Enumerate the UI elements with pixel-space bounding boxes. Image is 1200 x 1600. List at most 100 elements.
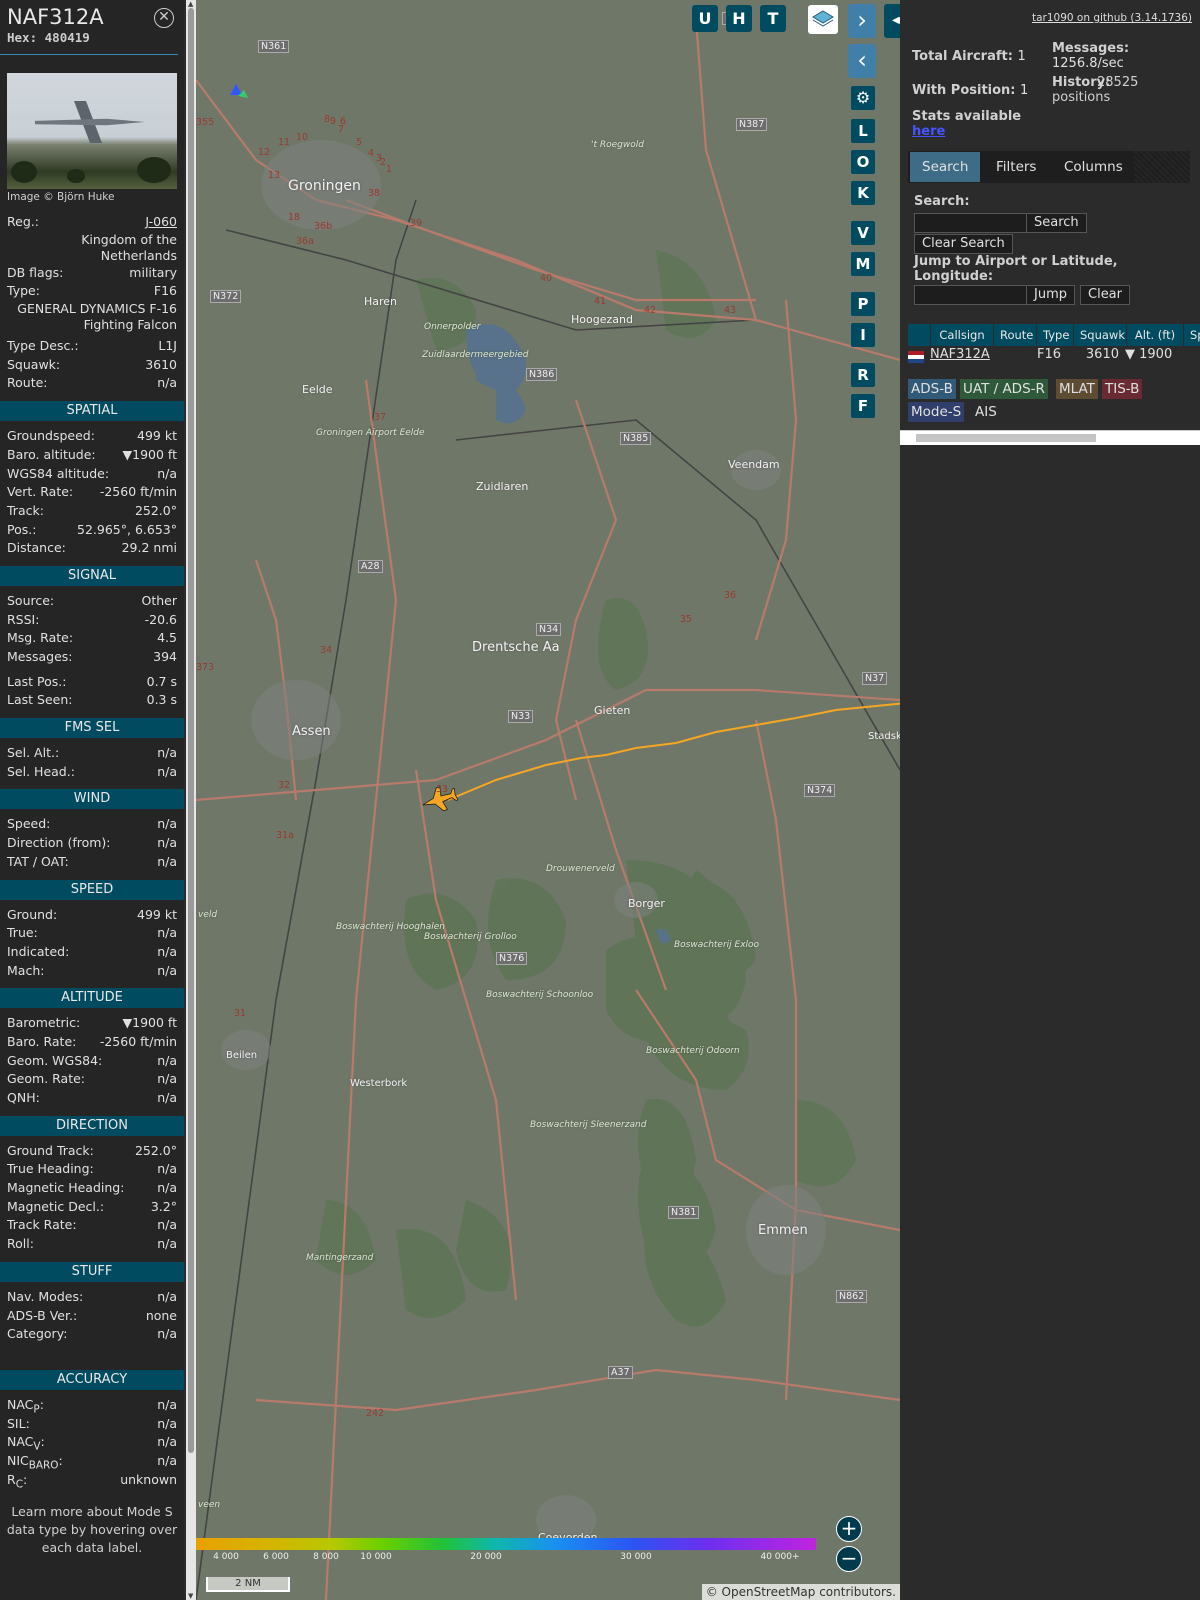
map-button-t[interactable]: T — [760, 5, 786, 32]
urban-area — [251, 680, 341, 760]
spatial-label[interactable]: Track: — [7, 502, 44, 521]
speed-label[interactable]: Ground: — [7, 906, 57, 925]
map-place-label: Zuidlaren — [476, 480, 529, 493]
direction-label[interactable]: Ground Track: — [7, 1142, 94, 1161]
tab-columns[interactable]: Columns — [1052, 152, 1135, 182]
column-type[interactable]: Type — [1037, 324, 1074, 346]
column-altitude[interactable]: Alt. (ft) — [1127, 324, 1184, 346]
accuracy-label[interactable]: NACP: — [7, 1396, 44, 1416]
map-button-p[interactable]: P — [851, 292, 875, 316]
map-button-u[interactable]: U — [692, 5, 718, 32]
map-button-i[interactable]: I — [851, 323, 875, 347]
clear-search-button[interactable]: Clear Search — [914, 234, 1013, 254]
close-icon[interactable]: ✕ — [154, 8, 174, 28]
map-road-label: 34 — [320, 645, 333, 656]
map-button-l[interactable]: L — [851, 119, 875, 143]
scrollbar-thumb[interactable] — [188, 8, 194, 1453]
direction-label[interactable]: True Heading: — [7, 1160, 94, 1179]
column-callsign[interactable]: Callsign — [931, 324, 994, 346]
stuff-label[interactable]: Nav. Modes: — [7, 1288, 83, 1307]
scroll-down-icon[interactable]: ▼ — [188, 1592, 193, 1600]
spatial-label[interactable]: Baro. altitude: — [7, 446, 96, 465]
stuff-label[interactable]: ADS-B Ver.: — [7, 1307, 77, 1326]
map-view[interactable]: Groningen Haren Hoogezand Eelde Groningen Ai… — [196, 0, 900, 1600]
wind-label[interactable]: Direction (from): — [7, 834, 111, 853]
spatial-label[interactable]: Groundspeed: — [7, 427, 95, 446]
spatial-label[interactable]: Vert. Rate: — [7, 483, 73, 502]
table-row[interactable]: NAF312A F16 3610 ▼ 1900 — [908, 347, 1185, 367]
toggle-width-icon[interactable]: ◂▸ — [884, 4, 900, 38]
fms-label[interactable]: Sel. Alt.: — [7, 744, 59, 763]
scrollbar-thumb[interactable] — [916, 434, 1096, 442]
altitude-label[interactable]: Geom. Rate: — [7, 1070, 85, 1089]
tab-search[interactable]: Search — [910, 152, 981, 182]
map-button-f[interactable]: F — [851, 394, 875, 418]
spatial-label[interactable]: Distance: — [7, 539, 66, 558]
map-place-label: Boswachterij Hooghalen — [336, 922, 445, 932]
signal-label[interactable]: Messages: — [7, 648, 73, 667]
direction-label[interactable]: Roll: — [7, 1235, 34, 1254]
search-button[interactable]: Search — [1026, 213, 1087, 233]
clear-jump-button[interactable]: Clear — [1080, 285, 1130, 305]
speed-label[interactable]: True: — [7, 924, 38, 943]
spatial-label[interactable]: WGS84 altitude: — [7, 465, 109, 484]
altitude-label[interactable]: Baro. Rate: — [7, 1033, 76, 1052]
column-squawk[interactable]: Squawk — [1074, 324, 1127, 346]
signal-label[interactable]: Source: — [7, 592, 54, 611]
zoom-in-button[interactable]: + — [836, 1516, 862, 1542]
source-tag-uat[interactable]: UAT / ADS-R — [960, 379, 1048, 399]
accuracy-label[interactable]: SIL: — [7, 1415, 30, 1434]
column-route[interactable]: Route — [994, 324, 1037, 346]
wind-label[interactable]: TAT / OAT: — [7, 853, 69, 872]
map-button-k[interactable]: K — [851, 181, 875, 205]
altitude-label[interactable]: Barometric: — [7, 1014, 80, 1033]
scroll-up-icon[interactable]: ▲ — [188, 0, 193, 8]
zoom-out-button[interactable]: − — [836, 1546, 862, 1572]
table-horizontal-scrollbar[interactable] — [900, 430, 1200, 445]
accuracy-label[interactable]: NACV: — [7, 1433, 45, 1453]
direction-label[interactable]: Track Rate: — [7, 1216, 77, 1235]
map-button-o[interactable]: O — [851, 150, 875, 174]
source-tag-mlat[interactable]: MLAT — [1056, 379, 1098, 399]
collapse-sidebar-icon[interactable]: ‹ — [848, 44, 876, 78]
wind-label[interactable]: Speed: — [7, 815, 50, 834]
signal-label[interactable]: RSSI: — [7, 611, 39, 630]
with-position-value: 1 — [1020, 83, 1029, 98]
map-button-v[interactable]: V — [851, 221, 875, 245]
stuff-label[interactable]: Category: — [7, 1325, 67, 1344]
stats-link[interactable]: here — [912, 124, 945, 139]
registration-link[interactable]: J-060 — [145, 213, 177, 232]
accuracy-value: unknown — [120, 1471, 177, 1487]
fms-label[interactable]: Sel. Head.: — [7, 763, 75, 782]
accuracy-label[interactable]: NICBARO: — [7, 1452, 63, 1472]
source-tag-modes[interactable]: Mode-S — [908, 402, 965, 422]
layers-button[interactable] — [808, 5, 838, 34]
spatial-label[interactable]: Pos.: — [7, 521, 36, 540]
direction-label[interactable]: Magnetic Decl.: — [7, 1198, 104, 1217]
expand-sidebar-icon[interactable]: › — [848, 4, 876, 38]
altitude-label[interactable]: Geom. WGS84: — [7, 1052, 102, 1071]
signal-label[interactable]: Msg. Rate: — [7, 629, 73, 648]
source-tag-tisb[interactable]: TIS-B — [1102, 379, 1143, 399]
github-link[interactable]: tar1090 on github (3.14.1736) — [1032, 12, 1192, 24]
settings-gear-icon[interactable]: ⚙ — [851, 86, 875, 110]
map-button-m[interactable]: M — [851, 252, 875, 276]
direction-label[interactable]: Magnetic Heading: — [7, 1179, 124, 1198]
jump-button[interactable]: Jump — [1026, 285, 1075, 305]
info-scrollbar[interactable]: ▲ ▼ — [186, 0, 196, 1600]
map-attribution[interactable]: © OpenStreetMap contributors. — [701, 1584, 900, 1600]
map-button-h[interactable]: H — [726, 5, 752, 32]
signal-label[interactable]: Last Seen: — [7, 691, 72, 710]
tab-filters[interactable]: Filters — [984, 152, 1048, 182]
source-tag-adsb[interactable]: ADS-B — [908, 379, 956, 399]
accuracy-label[interactable]: RC: — [7, 1471, 27, 1491]
speed-label[interactable]: Mach: — [7, 962, 44, 981]
row-callsign[interactable]: NAF312A — [926, 347, 995, 367]
altitude-label[interactable]: QNH: — [7, 1089, 40, 1108]
speed-label[interactable]: Indicated: — [7, 943, 69, 962]
signal-label[interactable]: Last Pos.: — [7, 673, 66, 692]
column-speed[interactable]: Sp — [1184, 324, 1200, 346]
aircraft-photo[interactable] — [7, 73, 177, 189]
map-button-r[interactable]: R — [851, 363, 875, 387]
source-tag-ais[interactable]: AIS — [972, 402, 1000, 422]
